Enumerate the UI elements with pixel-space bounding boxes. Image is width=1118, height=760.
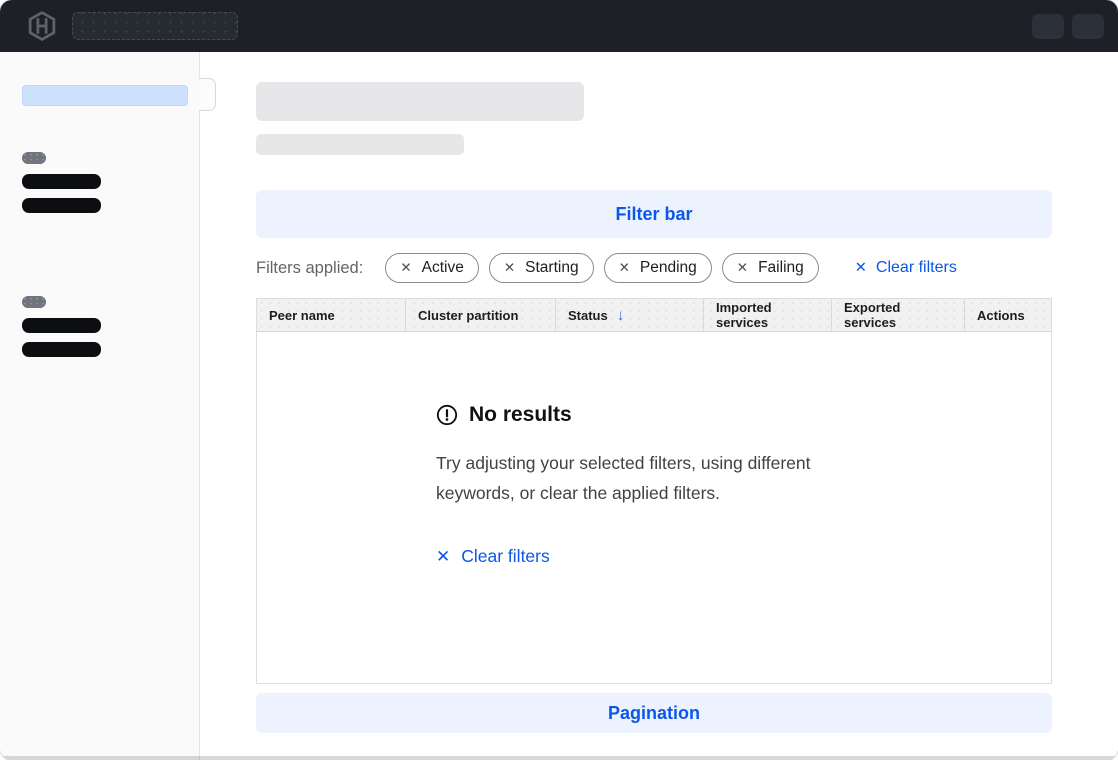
column-header-status[interactable]: Status ↓ <box>556 299 704 331</box>
body-row: Filter bar Filters applied: ✕ Active ✕ S… <box>0 52 1118 760</box>
pagination-placeholder: Pagination <box>256 693 1052 733</box>
top-navigation-bar <box>0 0 1118 52</box>
alert-circle-icon <box>436 404 458 426</box>
empty-state: No results Try adjusting your selected f… <box>436 403 872 567</box>
app-window: Filter bar Filters applied: ✕ Active ✕ S… <box>0 0 1118 760</box>
sidebar <box>0 52 200 760</box>
remove-filter-x-icon[interactable]: ✕ <box>504 261 515 275</box>
filter-pill-label: Active <box>422 259 464 277</box>
filter-pill-label: Pending <box>640 259 697 277</box>
filter-pill-active[interactable]: ✕ Active <box>385 253 479 283</box>
sidebar-item-skeleton[interactable] <box>22 198 101 213</box>
filter-pill-pending[interactable]: ✕ Pending <box>604 253 712 283</box>
column-header-imported-services[interactable]: Imported services <box>704 299 832 331</box>
empty-state-clear-filters-link[interactable]: ✕ Clear filters <box>436 546 550 567</box>
sidebar-section-label-skeleton <box>22 152 46 164</box>
filters-applied-label: Filters applied: <box>256 259 363 278</box>
peers-table: Peer name Cluster partition Status ↓ Imp… <box>256 298 1052 684</box>
hashicorp-logo-icon <box>24 8 60 44</box>
empty-clear-label: Clear filters <box>461 546 550 567</box>
filter-bar-placeholder: Filter bar <box>256 190 1052 238</box>
filter-pill-label: Failing <box>758 259 804 277</box>
column-header-actions: Actions <box>965 299 1051 331</box>
page-subtitle-skeleton <box>256 134 464 155</box>
column-header-peer-name[interactable]: Peer name <box>257 299 406 331</box>
column-header-exported-services[interactable]: Exported services <box>832 299 965 331</box>
sidebar-toggle-handle[interactable] <box>199 78 216 111</box>
x-icon: ✕ <box>855 261 867 276</box>
filter-pill-label: Starting <box>525 259 578 277</box>
topbar-button-skeleton[interactable] <box>1072 14 1104 39</box>
sidebar-section-label-skeleton <box>22 296 46 308</box>
remove-filter-x-icon[interactable]: ✕ <box>619 261 630 275</box>
main-content: Filter bar Filters applied: ✕ Active ✕ S… <box>200 52 1118 760</box>
empty-state-title: No results <box>469 403 572 427</box>
filter-pill-failing[interactable]: ✕ Failing <box>722 253 819 283</box>
sidebar-item-skeleton[interactable] <box>22 318 101 333</box>
page-title-skeleton <box>256 82 584 121</box>
clear-filters-label: Clear filters <box>876 259 957 277</box>
pagination-label: Pagination <box>608 703 700 724</box>
remove-filter-x-icon[interactable]: ✕ <box>737 261 748 275</box>
applied-filters-row: Filters applied: ✕ Active ✕ Starting ✕ P… <box>256 253 1052 283</box>
filter-bar-label: Filter bar <box>615 204 692 225</box>
x-icon: ✕ <box>436 548 450 565</box>
clear-filters-link[interactable]: ✕ Clear filters <box>855 259 957 277</box>
empty-state-description: Try adjusting your selected filters, usi… <box>436 449 872 509</box>
filter-pill-starting[interactable]: ✕ Starting <box>489 253 594 283</box>
table-body-empty: No results Try adjusting your selected f… <box>257 332 1051 683</box>
sort-descending-arrow-icon[interactable]: ↓ <box>617 307 625 324</box>
sidebar-item-skeleton[interactable] <box>22 174 101 189</box>
column-header-cluster-partition[interactable]: Cluster partition <box>406 299 556 331</box>
topbar-actions <box>1032 14 1104 39</box>
remove-filter-x-icon[interactable]: ✕ <box>400 261 411 275</box>
table-header-row: Peer name Cluster partition Status ↓ Imp… <box>257 299 1051 332</box>
sidebar-item-skeleton[interactable] <box>22 342 101 357</box>
search-input-skeleton[interactable] <box>72 12 238 40</box>
sidebar-active-item-skeleton[interactable] <box>22 85 188 106</box>
topbar-button-skeleton[interactable] <box>1032 14 1064 39</box>
